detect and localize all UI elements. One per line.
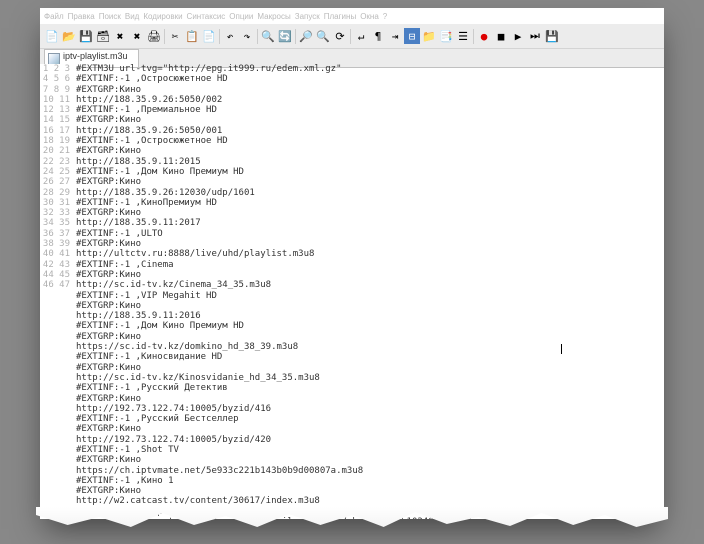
userlang-icon[interactable]: 📁 bbox=[421, 28, 437, 44]
indent-icon[interactable]: ⇥ bbox=[387, 28, 403, 44]
copy-icon[interactable]: 📋 bbox=[184, 28, 200, 44]
menu-options[interactable]: Опции bbox=[229, 12, 253, 21]
wrap-icon[interactable]: ↵ bbox=[353, 28, 369, 44]
toolbar: 📄 📂 💾 🗃 ✖ ✖ 🖨 ✂ 📋 📄 ↶ ↷ 🔍 🔄 🔎 🔍 ⟳ ↵ ¶ ⇥ … bbox=[40, 24, 664, 49]
sync-icon[interactable]: ⟳ bbox=[332, 28, 348, 44]
savemacro-icon[interactable]: 💾 bbox=[544, 28, 560, 44]
text-editor[interactable]: 1 2 3 4 5 6 7 8 9 10 11 12 13 14 15 16 1… bbox=[40, 64, 664, 519]
replace-icon[interactable]: 🔄 bbox=[277, 28, 293, 44]
close-icon[interactable]: ✖ bbox=[112, 28, 128, 44]
undo-icon[interactable]: ↶ bbox=[222, 28, 238, 44]
play-icon[interactable]: ▶ bbox=[510, 28, 526, 44]
zoomin-icon[interactable]: 🔎 bbox=[298, 28, 314, 44]
line-gutter: 1 2 3 4 5 6 7 8 9 10 11 12 13 14 15 16 1… bbox=[40, 64, 76, 519]
docmap-icon[interactable]: 📑 bbox=[438, 28, 454, 44]
cut-icon[interactable]: ✂ bbox=[167, 28, 183, 44]
menu-help[interactable]: ? bbox=[383, 12, 387, 21]
menu-bar[interactable]: Файл Правка Поиск Вид Кодировки Синтакси… bbox=[40, 8, 664, 24]
paste-icon[interactable]: 📄 bbox=[201, 28, 217, 44]
text-caret bbox=[561, 344, 562, 354]
menu-plugins[interactable]: Плагины bbox=[324, 12, 356, 21]
menu-edit[interactable]: Правка bbox=[68, 12, 95, 21]
allchars-icon[interactable]: ¶ bbox=[370, 28, 386, 44]
menu-file[interactable]: Файл bbox=[44, 12, 64, 21]
menu-run[interactable]: Запуск bbox=[295, 12, 320, 21]
open-icon[interactable]: 📂 bbox=[61, 28, 77, 44]
menu-windows[interactable]: Окна bbox=[360, 12, 379, 21]
closeall-icon[interactable]: ✖ bbox=[129, 28, 145, 44]
redo-icon[interactable]: ↷ bbox=[239, 28, 255, 44]
fold-icon[interactable]: ⊟ bbox=[404, 28, 420, 44]
saveall-icon[interactable]: 🗃 bbox=[95, 28, 111, 44]
print-icon[interactable]: 🖨 bbox=[146, 28, 162, 44]
menu-view[interactable]: Вид bbox=[125, 12, 139, 21]
menu-encoding[interactable]: Кодировки bbox=[143, 12, 182, 21]
playmulti-icon[interactable]: ⏭ bbox=[527, 28, 543, 44]
zoomout-icon[interactable]: 🔍 bbox=[315, 28, 331, 44]
menu-syntax[interactable]: Синтаксис bbox=[187, 12, 226, 21]
funclist-icon[interactable]: ☰ bbox=[455, 28, 471, 44]
code-area[interactable]: #EXTM3U url-tvg="http://epg.it999.ru/ede… bbox=[76, 64, 664, 519]
menu-search[interactable]: Поиск bbox=[99, 12, 121, 21]
find-icon[interactable]: 🔍 bbox=[260, 28, 276, 44]
rec-icon[interactable]: ● bbox=[476, 28, 492, 44]
stop-icon[interactable]: ■ bbox=[493, 28, 509, 44]
editor-window: Файл Правка Поиск Вид Кодировки Синтакси… bbox=[40, 8, 664, 519]
menu-macros[interactable]: Макросы bbox=[257, 12, 290, 21]
save-icon[interactable]: 💾 bbox=[78, 28, 94, 44]
new-icon[interactable]: 📄 bbox=[44, 28, 60, 44]
